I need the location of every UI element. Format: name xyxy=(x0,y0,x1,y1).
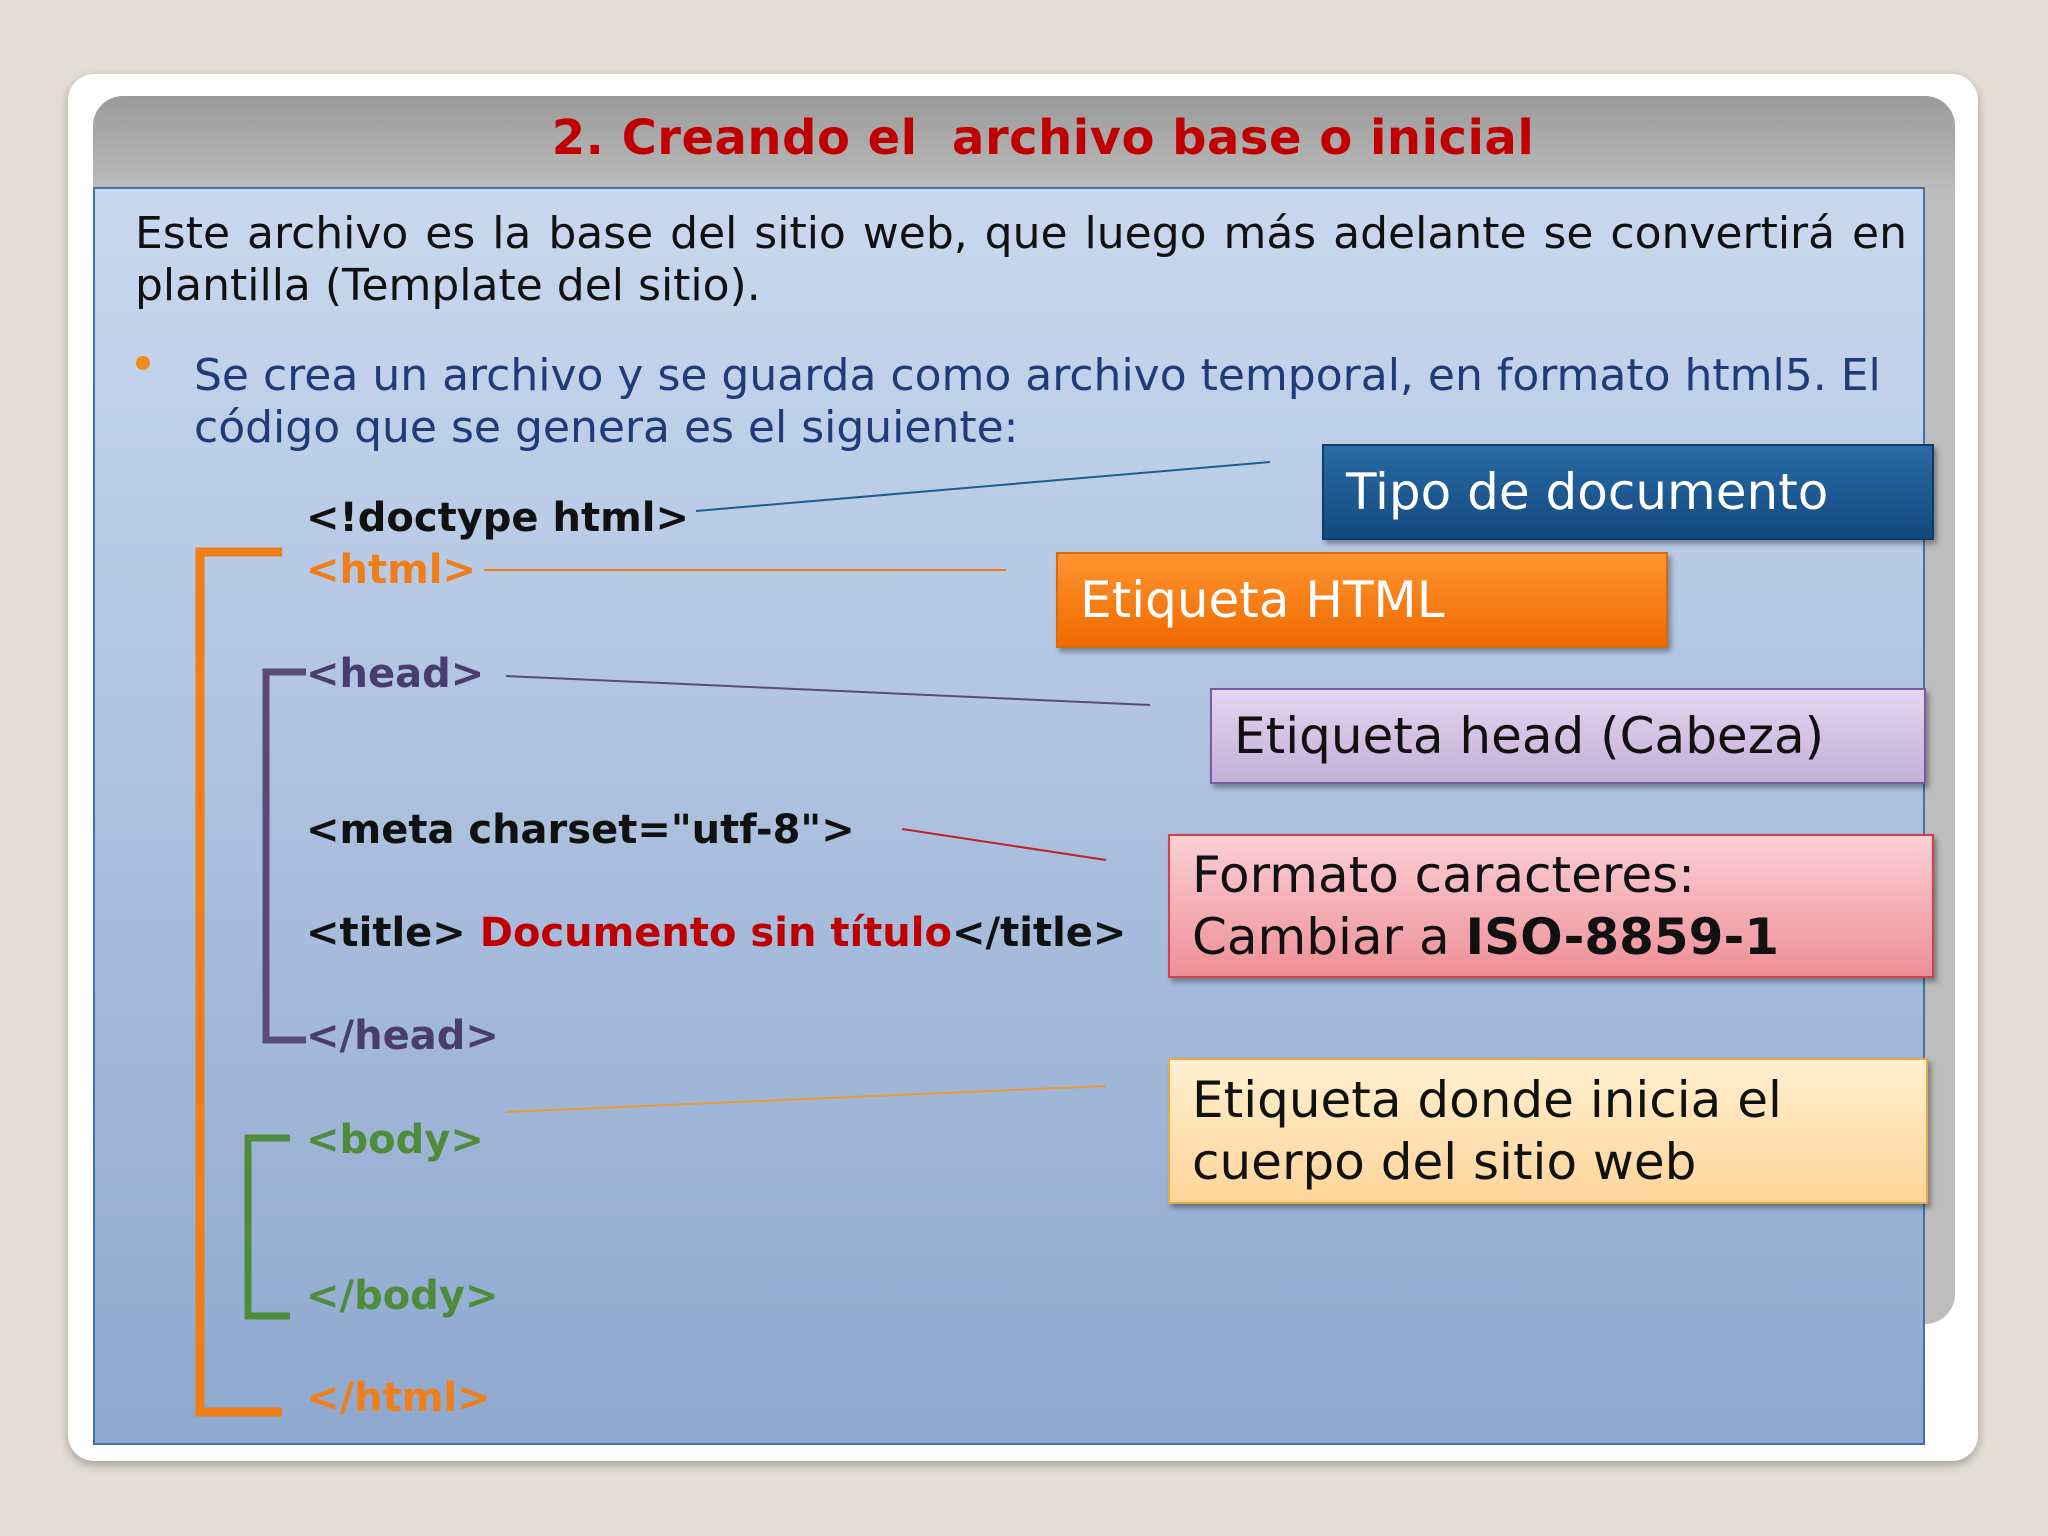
code-html-close: </html> xyxy=(306,1375,491,1421)
callout-meta-encoding: ISO-8859-1 xyxy=(1465,908,1780,966)
code-doctype: <!doctype html> xyxy=(306,495,689,541)
callout-body-line2: cuerpo del sitio web xyxy=(1192,1133,1697,1191)
code-title-line: <title> Documento sin título</title> xyxy=(306,909,1126,957)
code-head-open: <head> xyxy=(306,651,485,697)
code-body-close: </body> xyxy=(306,1273,499,1319)
code-title-text: Documento sin título xyxy=(479,910,952,956)
code-head-close: </head> xyxy=(306,1013,499,1059)
callout-html-label: Etiqueta HTML xyxy=(1080,571,1445,629)
body-connector xyxy=(505,1085,1107,1113)
head-bracket xyxy=(262,668,306,1044)
callout-body: Etiqueta donde inicia el cuerpo del siti… xyxy=(1168,1058,1928,1204)
callout-meta-line1: Formato caracteres: xyxy=(1192,846,1695,904)
code-title-open: <title> xyxy=(306,910,480,956)
callout-meta: Formato caracteres: Cambiar a ISO-8859-1 xyxy=(1168,834,1934,978)
callout-html: Etiqueta HTML xyxy=(1056,552,1668,648)
body-bracket xyxy=(244,1134,290,1320)
html-bracket xyxy=(195,547,282,1417)
doctype-connector xyxy=(695,461,1271,512)
callout-doctype-label: Tipo de documento xyxy=(1346,463,1829,521)
callout-doctype: Tipo de documento xyxy=(1322,444,1934,540)
head-connector xyxy=(505,675,1151,706)
code-meta: <meta charset="utf-8"> xyxy=(306,807,855,853)
code-body-open: <body> xyxy=(306,1117,484,1163)
code-html-open: <html> xyxy=(306,547,477,593)
callout-head: Etiqueta head (Cabeza) xyxy=(1210,688,1926,784)
callout-meta-line2: Cambiar a ISO-8859-1 xyxy=(1192,906,1932,968)
meta-connector xyxy=(901,828,1107,861)
code-title-close: </title> xyxy=(951,910,1127,956)
callout-head-label: Etiqueta head (Cabeza) xyxy=(1234,707,1825,765)
callout-meta-prefix: Cambiar a xyxy=(1192,908,1466,966)
callout-body-line1: Etiqueta donde inicia el xyxy=(1192,1071,1782,1129)
